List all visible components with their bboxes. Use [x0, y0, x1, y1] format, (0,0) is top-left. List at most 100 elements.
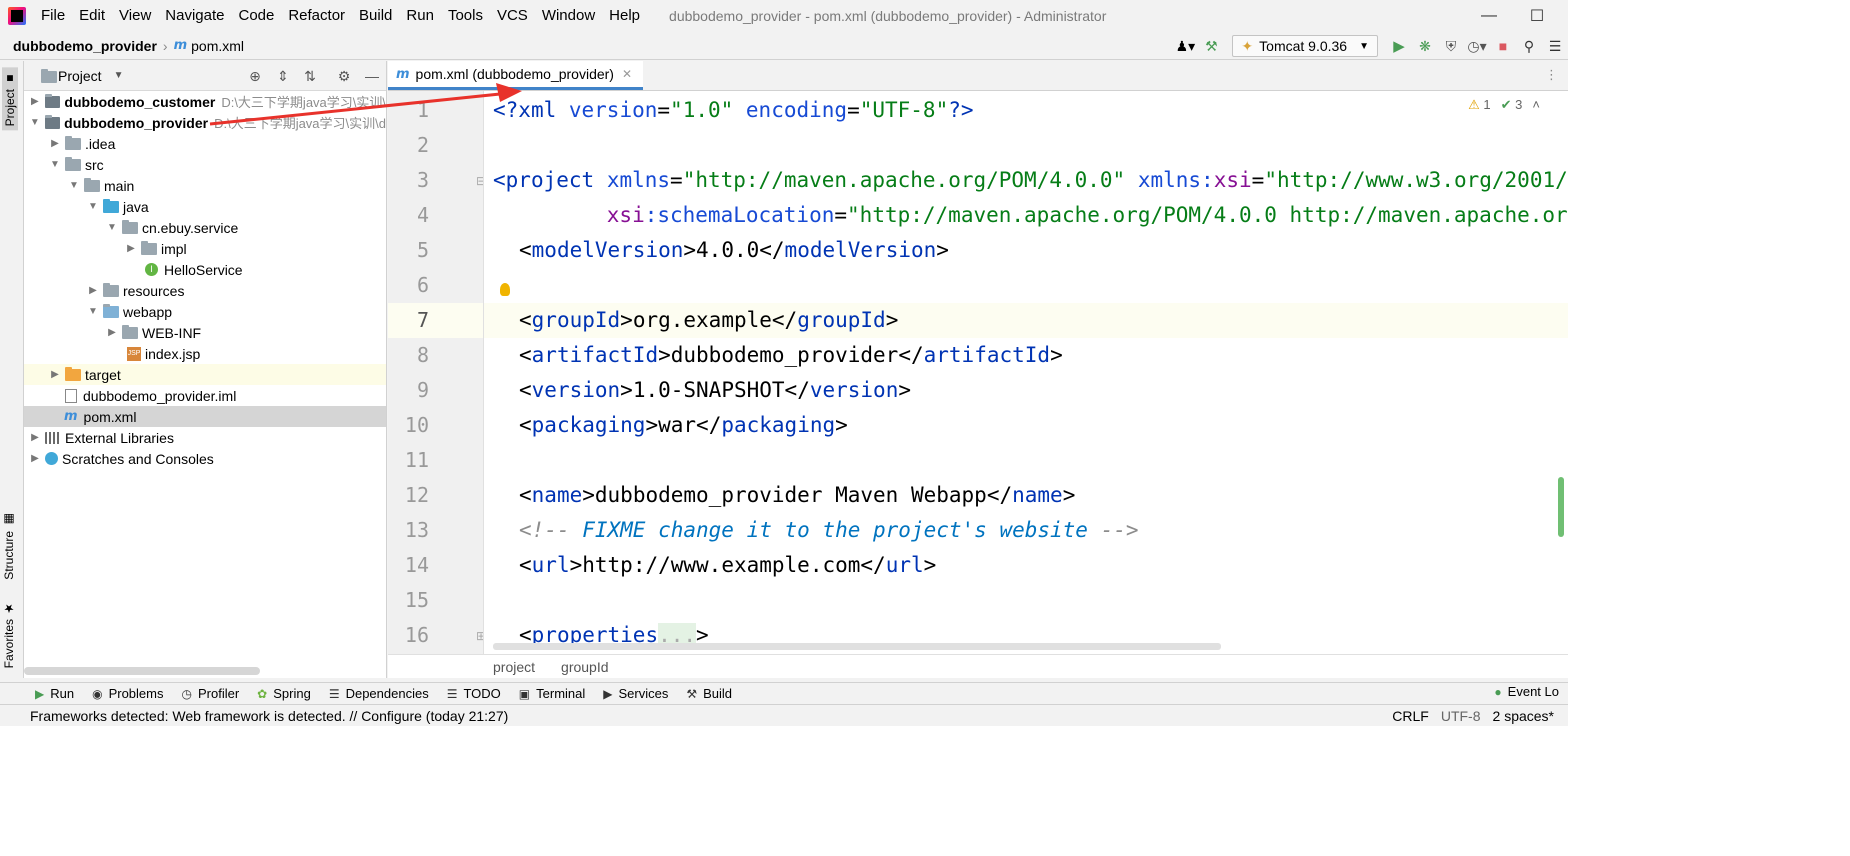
tree-item-external-libraries[interactable]: ▶ External Libraries: [24, 427, 386, 448]
chevron-right-icon[interactable]: ▶: [48, 369, 62, 380]
fold-icon[interactable]: ⊟: [476, 174, 483, 188]
menu-build[interactable]: Build: [352, 0, 399, 32]
tree-item-impl[interactable]: ▶ impl: [24, 238, 386, 259]
hide-panel-icon[interactable]: —: [363, 67, 381, 85]
tab-list-icon[interactable]: ⋮: [1545, 67, 1558, 83]
profile-icon[interactable]: ◷▾: [1464, 34, 1490, 58]
tree-item-web-inf[interactable]: ▶ WEB-INF: [24, 322, 386, 343]
inspection-widget[interactable]: ⚠ 1 ✔ 3 ˄: [1468, 97, 1540, 113]
chevron-down-icon[interactable]: ▼: [48, 159, 62, 170]
tool-profiler[interactable]: ◷ Profiler: [173, 686, 249, 701]
line-separator-widget[interactable]: CRLF: [1392, 708, 1429, 724]
menu-edit[interactable]: Edit: [72, 0, 112, 32]
tree-item-package[interactable]: ▼ cn.ebuy.service: [24, 217, 386, 238]
breadcrumb-groupid-tag[interactable]: groupId: [561, 659, 608, 675]
tool-todo[interactable]: ☰ TODO: [438, 686, 510, 701]
editor-scrollbar-marker[interactable]: [1558, 477, 1564, 537]
chevron-down-icon[interactable]: ▼: [114, 70, 124, 81]
tree-item-webapp[interactable]: ▼ webapp: [24, 301, 386, 322]
warning-count[interactable]: ⚠ 1: [1468, 97, 1491, 113]
user-icon[interactable]: ♟▾: [1172, 34, 1198, 58]
chevron-right-icon[interactable]: ▶: [28, 96, 42, 107]
menu-window[interactable]: Window: [535, 0, 602, 32]
chevron-right-icon[interactable]: ▶: [86, 285, 100, 296]
tool-build[interactable]: ⚒ Build: [677, 686, 741, 701]
minimize-button[interactable]: —: [1466, 0, 1512, 32]
chevron-right-icon[interactable]: ▶: [124, 243, 138, 254]
tool-run[interactable]: ▶ Run: [26, 686, 83, 701]
chevron-right-icon: ›: [162, 37, 168, 54]
tool-terminal[interactable]: ▣ Terminal: [510, 686, 594, 701]
tree-item-src[interactable]: ▼ src: [24, 154, 386, 175]
menu-navigate[interactable]: Navigate: [158, 0, 231, 32]
search-icon[interactable]: ⚲: [1516, 34, 1542, 58]
tool-spring[interactable]: ✿ Spring: [248, 686, 320, 701]
collapse-all-icon[interactable]: ⇅: [301, 67, 319, 85]
tree-item-label: .idea: [85, 135, 116, 152]
chevron-down-icon[interactable]: ▼: [86, 306, 100, 317]
structure-tool-tab[interactable]: Structure ▦: [2, 513, 16, 580]
menu-help[interactable]: Help: [602, 0, 647, 32]
tool-dependencies[interactable]: ☰ Dependencies: [320, 686, 438, 701]
menu-run[interactable]: Run: [399, 0, 441, 32]
chevron-right-icon[interactable]: ▶: [28, 453, 42, 464]
run-configuration-select[interactable]: ✦ Tomcat 9.0.36 ▼: [1232, 35, 1378, 57]
menu-view[interactable]: View: [112, 0, 158, 32]
expand-all-icon[interactable]: ⇕: [274, 67, 292, 85]
chevron-down-icon[interactable]: ▼: [105, 222, 119, 233]
code-editor[interactable]: <?xml version="1.0" encoding="UTF-8"?> <…: [484, 91, 1568, 654]
chevron-right-icon[interactable]: ▶: [28, 432, 42, 443]
breadcrumb-project[interactable]: dubbodemo_provider: [13, 38, 157, 54]
tool-event-log[interactable]: ● Event Lo: [1485, 684, 1568, 699]
horizontal-scrollbar[interactable]: [24, 667, 260, 675]
stop-icon[interactable]: ■: [1490, 34, 1516, 58]
indent-widget[interactable]: 2 spaces*: [1493, 708, 1554, 724]
project-tool-tab[interactable]: Project ■: [2, 67, 18, 131]
tree-item-pom-xml[interactable]: m pom.xml: [24, 406, 386, 427]
favorites-tool-tab[interactable]: Favorites ★: [2, 601, 16, 668]
more-icon[interactable]: ☰: [1542, 34, 1568, 58]
tool-services[interactable]: ▶ Services: [594, 686, 677, 701]
chevron-right-icon[interactable]: ▶: [48, 138, 62, 149]
close-icon[interactable]: ✕: [622, 67, 632, 81]
debug-icon[interactable]: ❋: [1412, 34, 1438, 58]
chevron-down-icon[interactable]: ▼: [86, 201, 100, 212]
locate-file-icon[interactable]: ⊕: [246, 67, 264, 85]
breadcrumb-file[interactable]: pom.xml: [191, 38, 244, 54]
maximize-button[interactable]: ☐: [1514, 0, 1560, 32]
encoding-widget[interactable]: UTF-8: [1441, 708, 1481, 724]
library-icon: [45, 431, 61, 444]
chevron-down-icon[interactable]: ▼: [28, 117, 42, 128]
menu-vcs[interactable]: VCS: [490, 0, 535, 32]
gear-icon[interactable]: ⚙: [335, 67, 353, 85]
tree-item-java[interactable]: ▼ java: [24, 196, 386, 217]
editor-horizontal-scrollbar[interactable]: [493, 643, 1221, 650]
tool-problems[interactable]: ◉ Problems: [83, 686, 172, 701]
chevron-down-icon[interactable]: ▼: [67, 180, 81, 191]
check-count[interactable]: ✔ 3: [1501, 97, 1523, 113]
tree-item-scratches[interactable]: ▶ Scratches and Consoles: [24, 448, 386, 469]
build-hammer-icon[interactable]: ⚒: [1198, 34, 1224, 58]
tree-item-index-jsp[interactable]: JSP index.jsp: [24, 343, 386, 364]
tree-item-dubbodemo-customer[interactable]: ▶ dubbodemo_customer D:\大三下学期java学习\实训\: [24, 91, 386, 112]
tab-pom-xml[interactable]: m pom.xml (dubbodemo_provider) ✕: [388, 61, 643, 90]
tree-item-idea[interactable]: ▶ .idea: [24, 133, 386, 154]
tree-item-target[interactable]: ▶ target: [24, 364, 386, 385]
coverage-icon[interactable]: ⛨: [1438, 34, 1464, 58]
tree-item-resources[interactable]: ▶ resources: [24, 280, 386, 301]
unfold-icon[interactable]: ⊞: [476, 629, 483, 643]
menu-file[interactable]: File: [34, 0, 72, 32]
tree-item-iml[interactable]: dubbodemo_provider.iml: [24, 385, 386, 406]
menu-tools[interactable]: Tools: [441, 0, 490, 32]
chevron-up-icon[interactable]: ˄: [1532, 97, 1540, 113]
tree-item-dubbodemo-provider[interactable]: ▼ dubbodemo_provider D:\大三下学期java学习\实训\d: [24, 112, 386, 133]
breadcrumb-project-tag[interactable]: project: [493, 659, 535, 675]
run-icon[interactable]: ▶: [1386, 34, 1412, 58]
chevron-right-icon[interactable]: ▶: [105, 327, 119, 338]
project-panel-title[interactable]: Project: [58, 68, 102, 84]
tree-item-main[interactable]: ▼ main: [24, 175, 386, 196]
menu-code[interactable]: Code: [231, 0, 281, 32]
menu-refactor[interactable]: Refactor: [281, 0, 352, 32]
tree-item-helloservice[interactable]: I HelloService: [24, 259, 386, 280]
status-message[interactable]: Frameworks detected: Web framework is de…: [30, 708, 508, 724]
